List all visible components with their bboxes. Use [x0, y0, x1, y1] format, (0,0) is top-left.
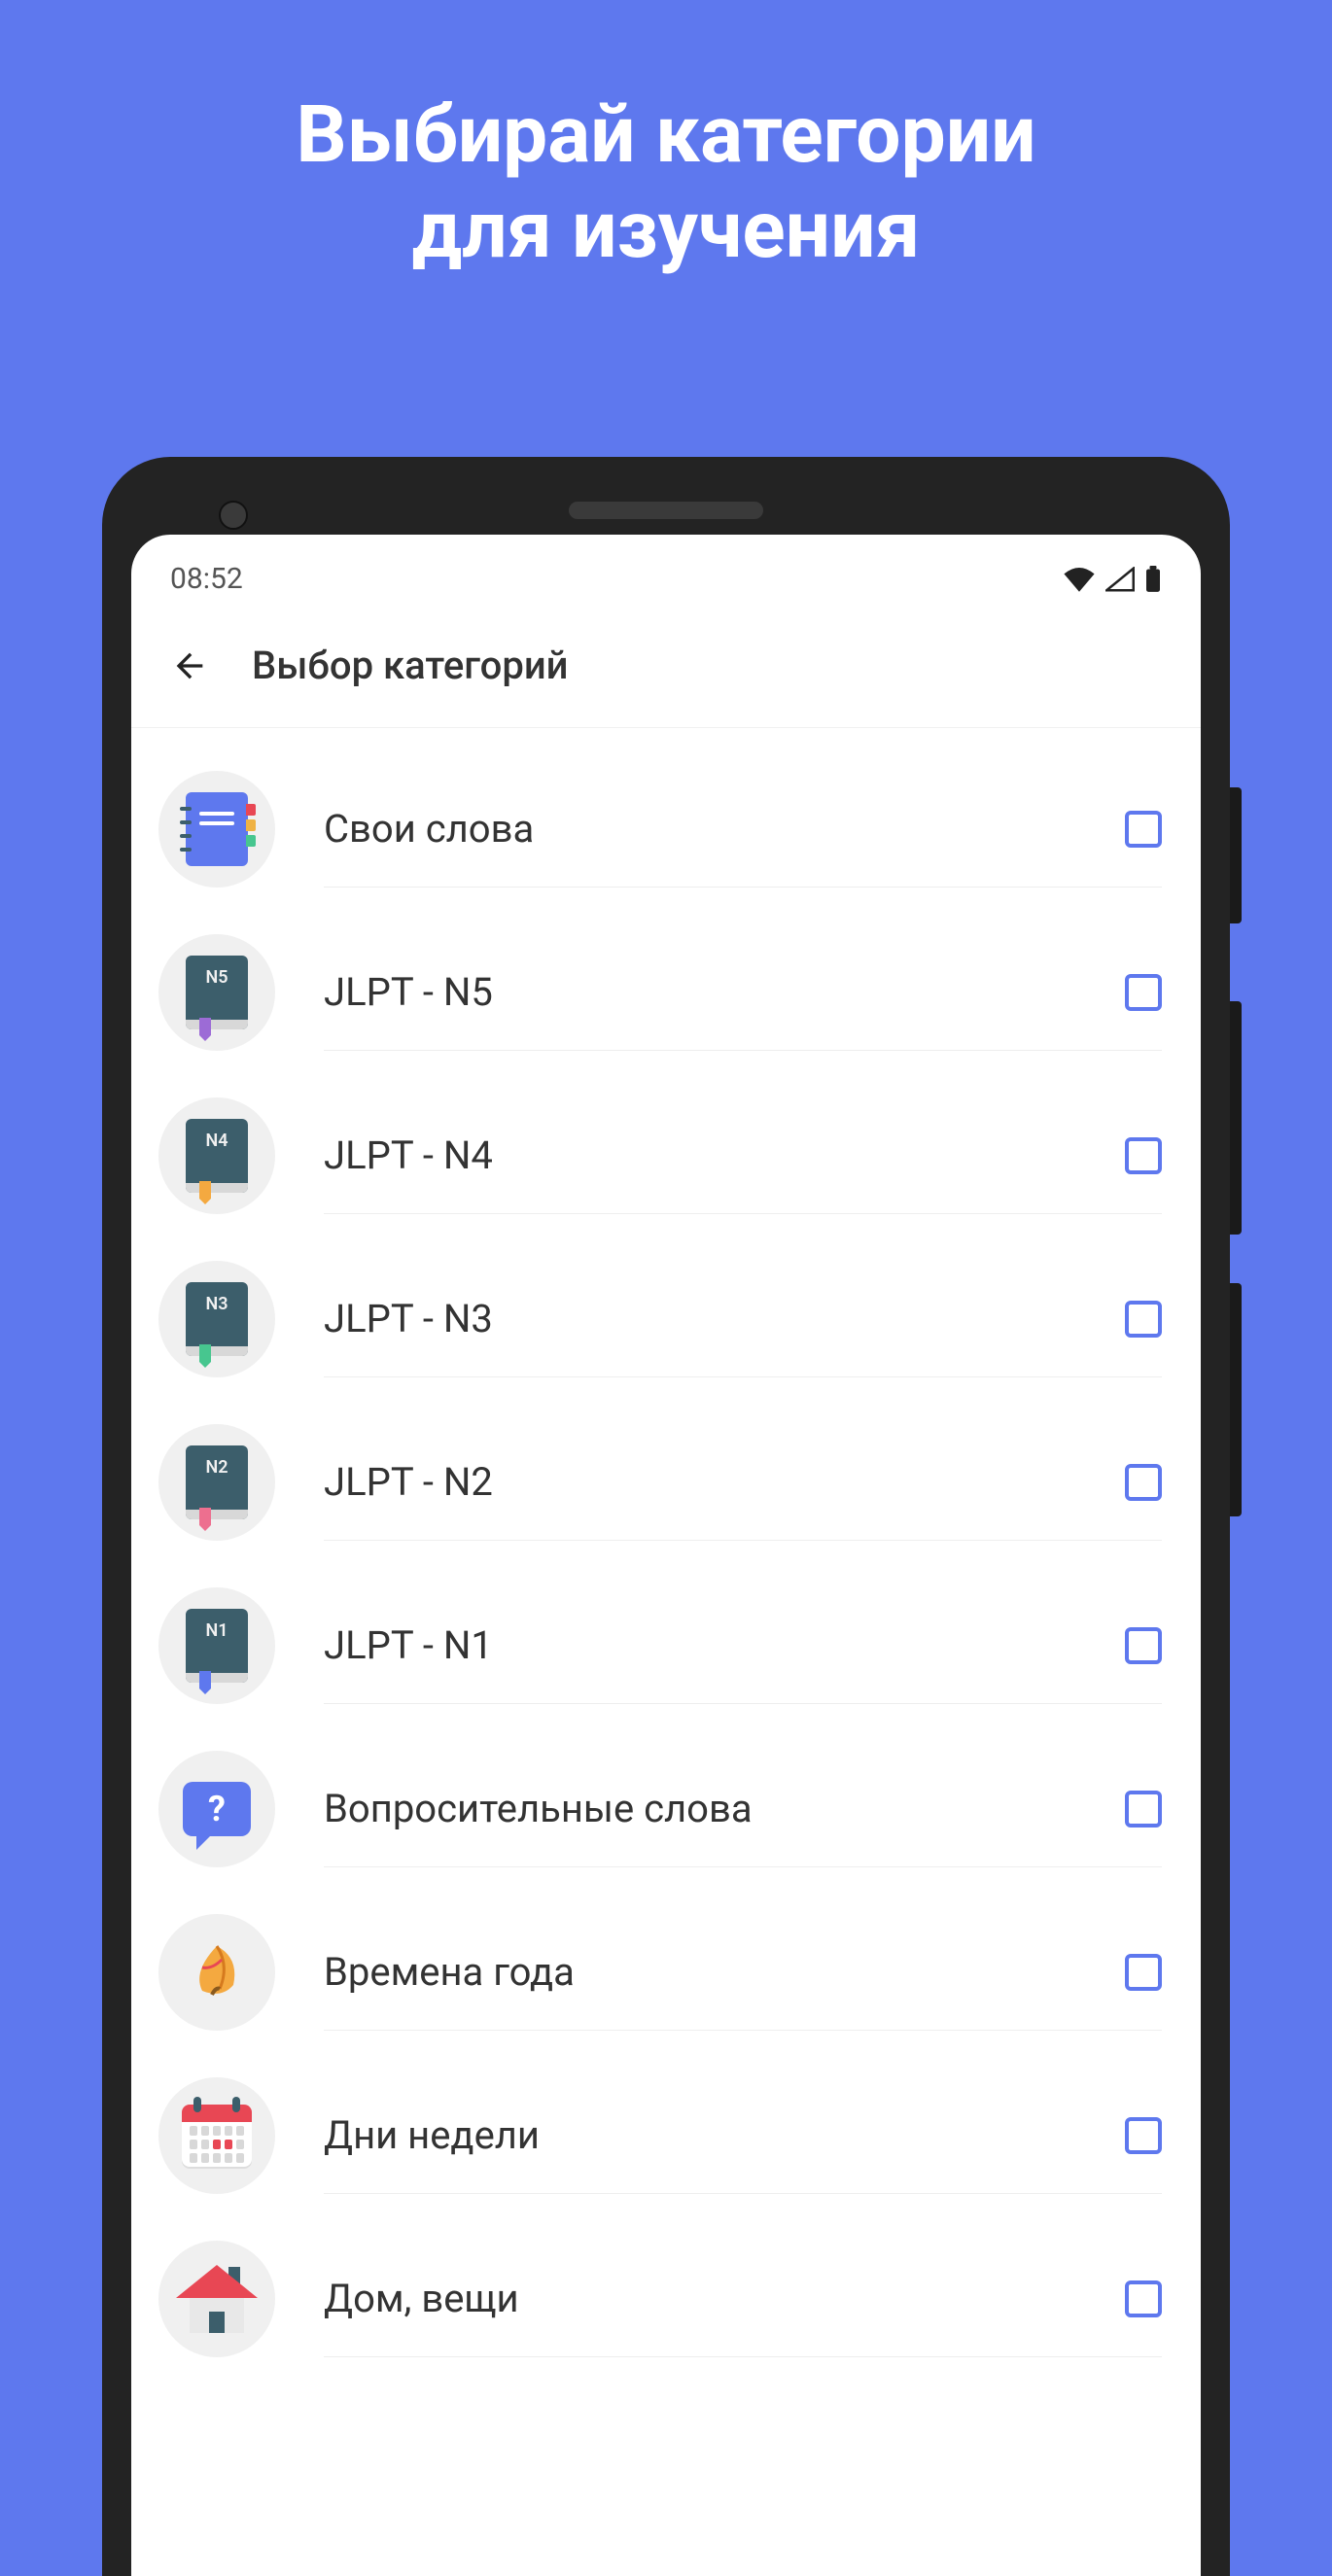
phone-frame: 08:52 Выбор категорий Свои слова N5 JLPT -…	[102, 457, 1230, 2576]
category-label-wrap: Вопросительные слова	[324, 1751, 1162, 1867]
promo-title-line2: для изучения	[0, 183, 1332, 278]
category-icon-wrap: N4	[158, 1097, 275, 1214]
category-label: JLPT - N3	[324, 1296, 1096, 1341]
battery-icon	[1144, 566, 1162, 593]
category-checkbox[interactable]	[1125, 1627, 1162, 1664]
category-icon-wrap	[158, 2241, 275, 2357]
phone-volume-down-button	[1230, 1283, 1242, 1516]
category-row[interactable]: N3 JLPT - N3	[131, 1237, 1201, 1401]
status-bar: 08:52	[131, 535, 1201, 613]
category-checkbox[interactable]	[1125, 1791, 1162, 1828]
category-row[interactable]: N2 JLPT - N2	[131, 1401, 1201, 1564]
category-row[interactable]: N1 JLPT - N1	[131, 1564, 1201, 1727]
category-row[interactable]: ? Вопросительные слова	[131, 1727, 1201, 1891]
phone-volume-up-button	[1230, 1001, 1242, 1235]
house-icon	[180, 2265, 254, 2333]
category-checkbox[interactable]	[1125, 1137, 1162, 1174]
category-checkbox[interactable]	[1125, 1464, 1162, 1501]
category-label-wrap: JLPT - N2	[324, 1424, 1162, 1541]
signal-icon	[1105, 567, 1135, 592]
category-icon-wrap	[158, 771, 275, 888]
status-time: 08:52	[170, 562, 243, 596]
category-label-wrap: JLPT - N4	[324, 1097, 1162, 1214]
leaf-icon	[183, 1938, 251, 2006]
category-checkbox[interactable]	[1125, 1301, 1162, 1338]
category-label: JLPT - N2	[324, 1459, 1096, 1505]
category-label-wrap: Времена года	[324, 1914, 1162, 2031]
category-row[interactable]: Свои слова	[131, 748, 1201, 911]
jlpt-level-badge: N5	[186, 967, 248, 988]
category-icon-wrap	[158, 1914, 275, 2031]
app-bar-title: Выбор категорий	[252, 643, 569, 688]
category-label-wrap: JLPT - N1	[324, 1587, 1162, 1704]
category-row[interactable]: N5 JLPT - N5	[131, 911, 1201, 1074]
notebook-icon	[186, 792, 248, 866]
jlpt-level-badge: N1	[186, 1620, 248, 1641]
category-label-wrap: JLPT - N3	[324, 1261, 1162, 1377]
category-label: Свои слова	[324, 806, 1096, 852]
phone-power-button	[1230, 787, 1242, 923]
phone-speaker	[569, 502, 763, 519]
app-bar: Выбор категорий	[131, 613, 1201, 728]
phone-camera	[219, 501, 248, 530]
category-icon-wrap	[158, 2077, 275, 2194]
jlpt-book-icon: N2	[186, 1445, 248, 1519]
category-icon-wrap: N5	[158, 934, 275, 1051]
back-arrow-icon	[170, 644, 209, 687]
jlpt-book-icon: N4	[186, 1119, 248, 1193]
category-label-wrap: JLPT - N5	[324, 934, 1162, 1051]
screen: 08:52 Выбор категорий Свои слова N5 JLPT -…	[131, 535, 1201, 2576]
category-row[interactable]: Времена года	[131, 1891, 1201, 2054]
jlpt-book-icon: N3	[186, 1282, 248, 1356]
category-label: Дом, вещи	[324, 2276, 1096, 2321]
category-list[interactable]: Свои слова N5 JLPT - N5 N4 JLPT - N4 N3 JLPT -…	[131, 728, 1201, 2381]
question-bubble-icon: ?	[183, 1782, 251, 1836]
category-label: Вопросительные слова	[324, 1786, 1096, 1831]
promo-title-line1: Выбирай категории	[0, 87, 1332, 183]
category-icon-wrap: N3	[158, 1261, 275, 1377]
category-checkbox[interactable]	[1125, 811, 1162, 848]
category-label: JLPT - N5	[324, 969, 1096, 1015]
category-label: JLPT - N4	[324, 1132, 1096, 1178]
category-checkbox[interactable]	[1125, 2280, 1162, 2317]
category-icon-wrap: ?	[158, 1751, 275, 1867]
category-row[interactable]: N4 JLPT - N4	[131, 1074, 1201, 1237]
category-checkbox[interactable]	[1125, 2117, 1162, 2154]
wifi-icon	[1063, 567, 1096, 592]
category-icon-wrap: N1	[158, 1587, 275, 1704]
category-label: Времена года	[324, 1949, 1096, 1995]
category-label: Дни недели	[324, 2112, 1096, 2158]
status-icons	[1063, 566, 1162, 593]
back-button[interactable]	[170, 646, 209, 685]
jlpt-level-badge: N2	[186, 1457, 248, 1478]
jlpt-book-icon: N5	[186, 956, 248, 1029]
calendar-icon	[182, 2105, 252, 2167]
jlpt-book-icon: N1	[186, 1609, 248, 1683]
category-label: JLPT - N1	[324, 1622, 1096, 1668]
promo-title: Выбирай категории для изучения	[0, 0, 1332, 279]
jlpt-level-badge: N4	[186, 1131, 248, 1151]
category-label-wrap: Свои слова	[324, 771, 1162, 888]
category-icon-wrap: N2	[158, 1424, 275, 1541]
category-row[interactable]: Дом, вещи	[131, 2217, 1201, 2381]
category-checkbox[interactable]	[1125, 1954, 1162, 1991]
category-checkbox[interactable]	[1125, 974, 1162, 1011]
category-label-wrap: Дни недели	[324, 2077, 1162, 2194]
category-label-wrap: Дом, вещи	[324, 2241, 1162, 2357]
phone-notch	[131, 486, 1201, 535]
category-row[interactable]: Дни недели	[131, 2054, 1201, 2217]
jlpt-level-badge: N3	[186, 1294, 248, 1314]
